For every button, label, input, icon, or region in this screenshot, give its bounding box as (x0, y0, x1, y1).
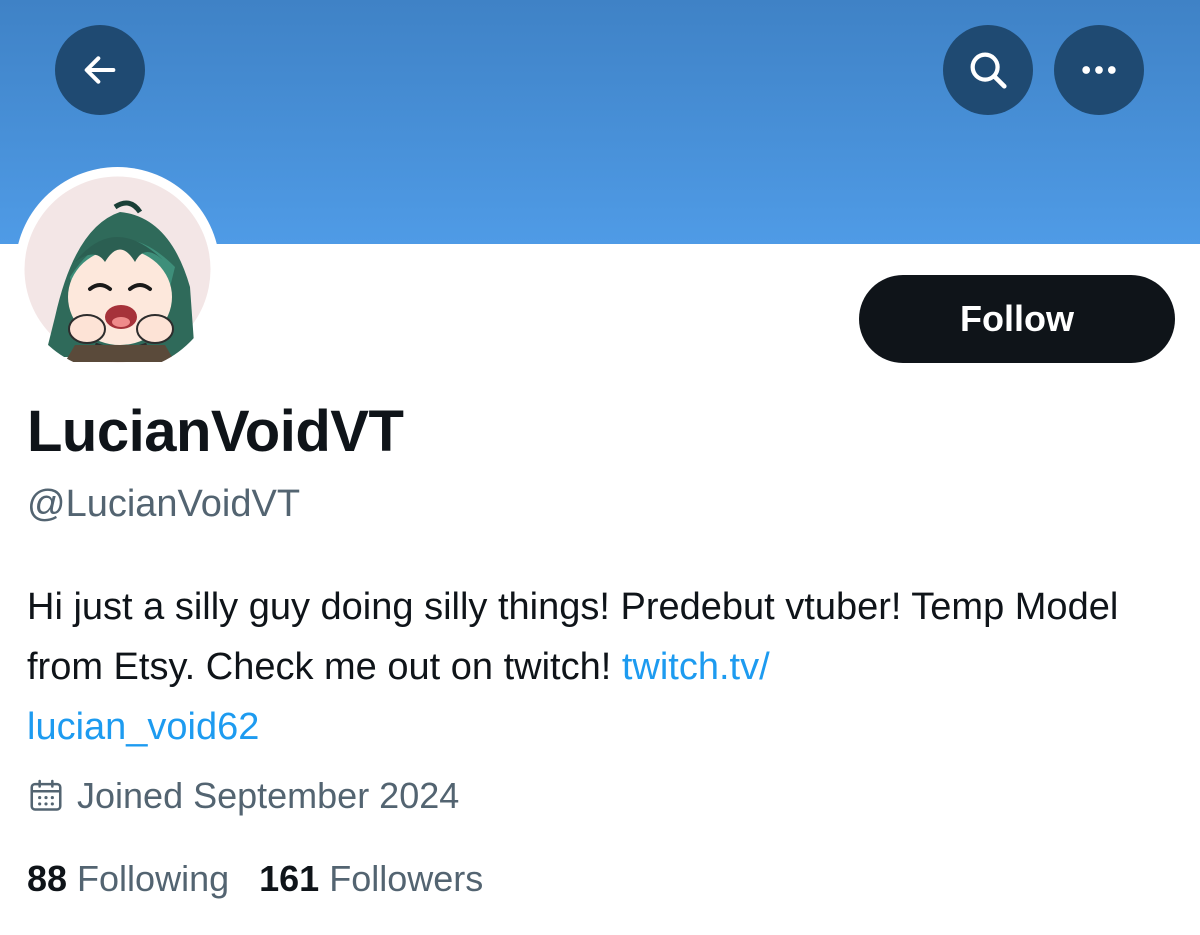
following-stat[interactable]: 88 Following (27, 858, 229, 900)
profile-bio: Hi just a silly guy doing silly things! … (27, 577, 1187, 757)
display-name: LucianVoidVT (27, 399, 404, 464)
follow-stats: 88 Following 161 Followers (27, 855, 483, 903)
arrow-left-icon (84, 56, 116, 84)
more-options-button[interactable] (1054, 25, 1144, 115)
more-horizontal-icon (1082, 66, 1116, 74)
bio-text: Hi just a silly guy doing silly things! … (27, 586, 1119, 688)
followers-count: 161 (259, 858, 320, 899)
search-icon (970, 52, 1007, 89)
joined-date: Joined September 2024 (27, 772, 459, 820)
bio-link-part1: twitch.tv/ (621, 646, 770, 688)
calendar-icon (30, 779, 62, 811)
profile-avatar[interactable] (15, 167, 220, 372)
joined-text: Joined September 2024 (77, 775, 460, 816)
following-count: 88 (27, 858, 68, 899)
back-button[interactable] (55, 25, 145, 115)
follow-button[interactable]: Follow (859, 275, 1175, 363)
followers-stat[interactable]: 161 Followers (259, 858, 483, 900)
user-handle: @LucianVoidVT (27, 483, 301, 525)
search-button[interactable] (943, 25, 1033, 115)
avatar-illustration (24, 176, 211, 363)
bio-link-part2: lucian_void62 (27, 706, 260, 748)
following-label: Following (77, 858, 230, 899)
followers-label: Followers (329, 858, 484, 899)
